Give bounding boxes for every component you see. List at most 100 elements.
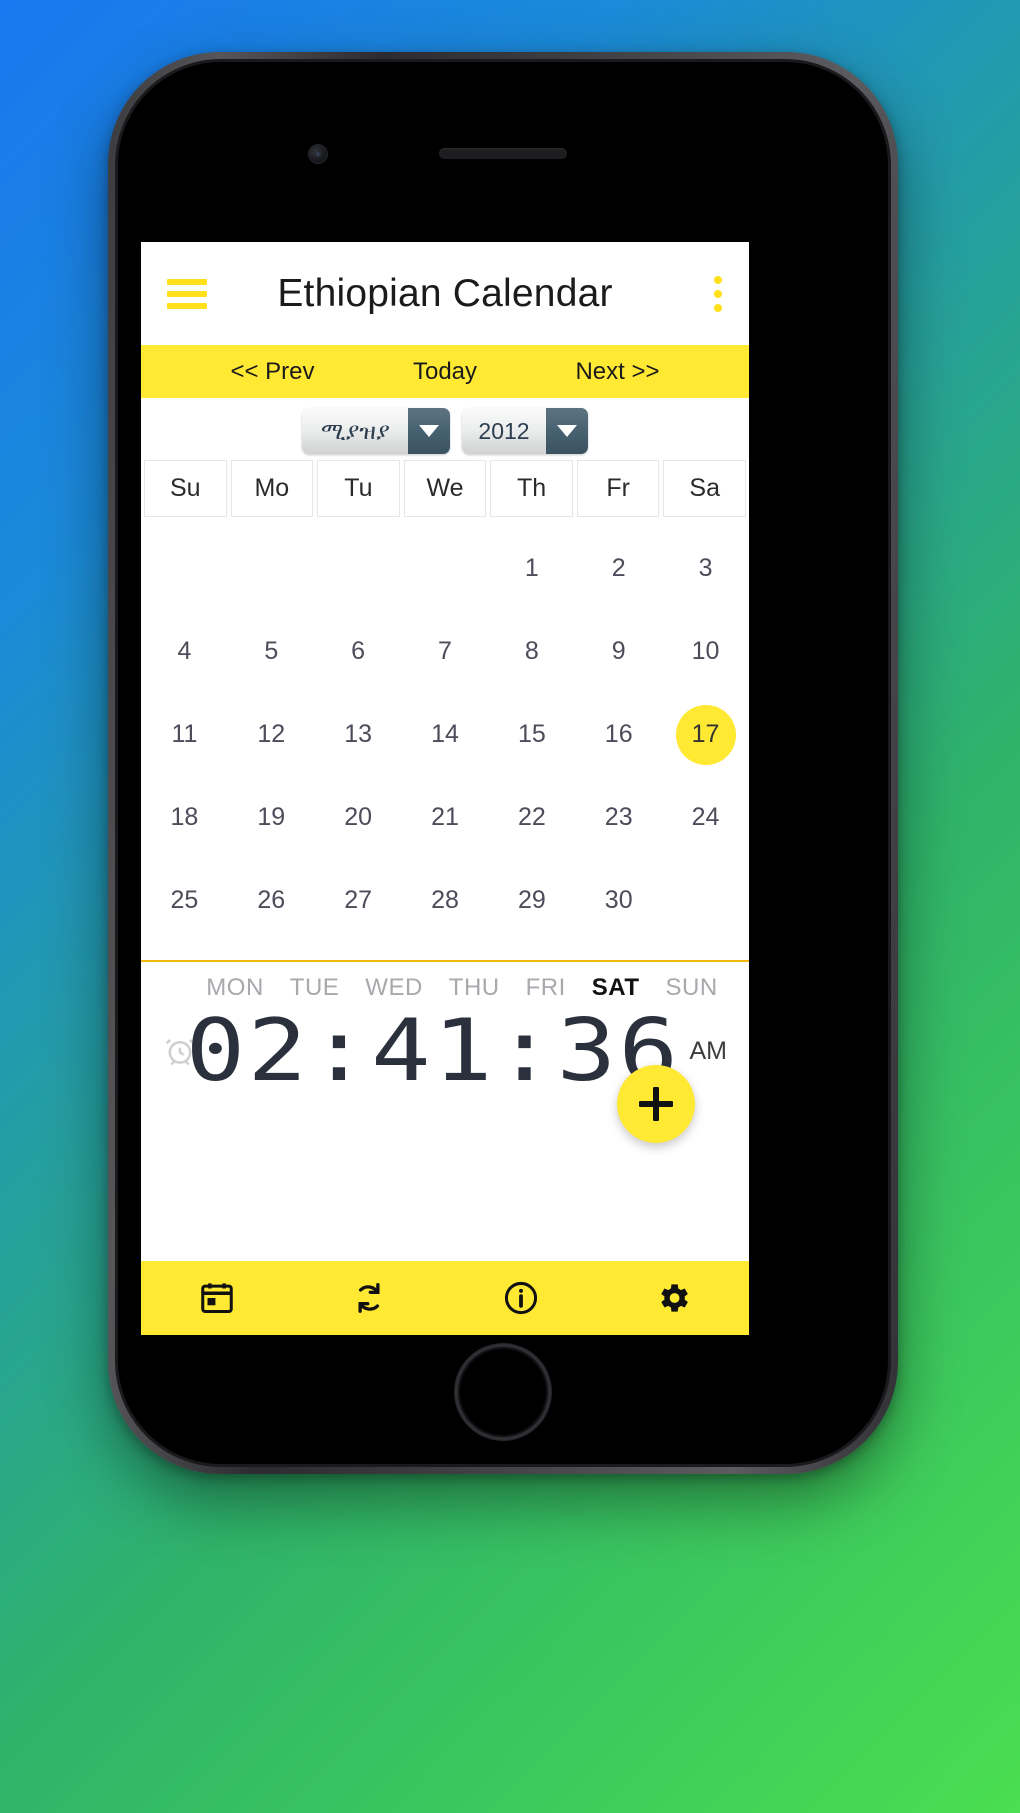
day-cell[interactable]: 28 bbox=[402, 859, 489, 942]
weekday-header-th: Th bbox=[490, 460, 573, 517]
day-cell[interactable]: 6 bbox=[315, 610, 402, 693]
weekday-header-we: We bbox=[403, 460, 487, 517]
app-bar: Ethiopian Calendar bbox=[141, 242, 749, 345]
day-number: 15 bbox=[517, 720, 546, 748]
day-cell-empty bbox=[228, 527, 315, 610]
hamburger-icon[interactable] bbox=[167, 278, 207, 309]
day-cell[interactable]: 22 bbox=[488, 776, 575, 859]
add-event-fab[interactable] bbox=[617, 1065, 695, 1143]
gear-icon bbox=[661, 1284, 688, 1312]
calendar-icon bbox=[201, 1283, 233, 1313]
day-number: 13 bbox=[344, 720, 373, 748]
day-number: 18 bbox=[170, 803, 199, 831]
weekday-header-fr: Fr bbox=[576, 460, 660, 517]
bottom-navigation-bar bbox=[141, 1261, 749, 1335]
info-icon bbox=[504, 1281, 538, 1315]
day-number: 26 bbox=[257, 886, 286, 914]
tab-convert[interactable] bbox=[293, 1279, 445, 1317]
day-number: 23 bbox=[604, 803, 633, 831]
day-cell[interactable]: 5 bbox=[228, 610, 315, 693]
day-cell[interactable]: 25 bbox=[141, 859, 228, 942]
day-number: 28 bbox=[431, 886, 459, 914]
today-button[interactable]: Today bbox=[370, 358, 520, 386]
prev-month-button[interactable]: << Prev bbox=[175, 358, 370, 386]
day-number: 27 bbox=[344, 886, 373, 914]
home-button[interactable] bbox=[455, 1344, 551, 1440]
plus-icon-bar bbox=[639, 1101, 673, 1107]
tab-settings[interactable] bbox=[597, 1279, 749, 1317]
day-cell[interactable]: 8 bbox=[488, 610, 575, 693]
day-cell[interactable]: 11 bbox=[141, 693, 228, 776]
weekday-header-row: Su Mo Tu We Th Fr Sa bbox=[141, 460, 749, 517]
day-number: 11 bbox=[171, 720, 198, 748]
day-number: 21 bbox=[431, 803, 459, 831]
day-cell[interactable]: 15 bbox=[488, 693, 575, 776]
day-cell[interactable]: 18 bbox=[141, 776, 228, 859]
weekday-header-su: Su bbox=[144, 460, 227, 517]
day-cell-empty bbox=[141, 527, 228, 610]
month-select-value: ሚያዝያ bbox=[302, 408, 409, 454]
weekday-header-sa: Sa bbox=[663, 460, 746, 517]
day-cell[interactable]: 7 bbox=[402, 610, 489, 693]
phone-screen: Ethiopian Calendar << Prev Today Next >>… bbox=[141, 242, 749, 1335]
day-number: 30 bbox=[604, 886, 633, 914]
year-select-value: 2012 bbox=[462, 408, 546, 454]
day-cell[interactable]: 23 bbox=[575, 776, 662, 859]
day-number: 20 bbox=[344, 803, 373, 831]
day-cell[interactable]: 26 bbox=[228, 859, 315, 942]
phone-bezel: Ethiopian Calendar << Prev Today Next >>… bbox=[115, 59, 891, 1467]
year-select[interactable]: 2012 bbox=[462, 408, 588, 454]
clock-weekday-strip: MON TUE WED THU FRI SAT SUN bbox=[141, 974, 749, 1002]
weekday-header-tu: Tu bbox=[317, 460, 400, 517]
calendar-nav-strip: << Prev Today Next >> bbox=[141, 345, 749, 398]
day-cell[interactable]: 14 bbox=[402, 693, 489, 776]
day-number: 14 bbox=[431, 720, 459, 748]
calendar-day-grid: 1 2 3 4 5 6 7 8 9 10 11 12 13 14 15 16 17 18 19 20 21 22 23 24 2… bbox=[141, 517, 749, 942]
phone-frame: Ethiopian Calendar << Prev Today Next >>… bbox=[108, 52, 898, 1474]
day-number: 6 bbox=[351, 637, 366, 665]
day-number: 1 bbox=[524, 554, 539, 582]
day-cell[interactable]: 21 bbox=[402, 776, 489, 859]
day-number: 10 bbox=[691, 637, 720, 665]
tab-info[interactable] bbox=[445, 1279, 597, 1317]
day-number: 8 bbox=[524, 637, 539, 665]
day-cell[interactable]: 3 bbox=[662, 527, 749, 610]
day-cell[interactable]: 1 bbox=[488, 527, 575, 610]
day-cell[interactable]: 2 bbox=[575, 527, 662, 610]
weekday-header-mo: Mo bbox=[230, 460, 314, 517]
day-number: 24 bbox=[691, 803, 720, 831]
month-select[interactable]: ሚያዝያ bbox=[302, 408, 451, 454]
day-cell[interactable]: 9 bbox=[575, 610, 662, 693]
day-cell-today[interactable]: 17 bbox=[662, 693, 749, 776]
day-cell[interactable]: 10 bbox=[662, 610, 749, 693]
day-cell-empty bbox=[315, 527, 402, 610]
clock-panel: MON TUE WED THU FRI SAT SUN 02:41:36 AM bbox=[141, 962, 749, 1261]
day-cell[interactable]: 20 bbox=[315, 776, 402, 859]
day-number: 4 bbox=[177, 637, 192, 665]
chevron-down-icon[interactable] bbox=[408, 408, 451, 454]
month-year-selector-row: ሚያዝያ 2012 bbox=[141, 398, 749, 460]
clock-weekday-mon: MON bbox=[206, 974, 264, 1001]
clock-weekday-fri: FRI bbox=[525, 974, 566, 1001]
next-month-button[interactable]: Next >> bbox=[520, 358, 715, 386]
day-cell[interactable]: 4 bbox=[141, 610, 228, 693]
day-number: 5 bbox=[264, 637, 279, 665]
day-number: 9 bbox=[611, 637, 626, 665]
day-number: 17 bbox=[675, 704, 736, 765]
day-cell[interactable]: 13 bbox=[315, 693, 402, 776]
day-cell[interactable]: 16 bbox=[575, 693, 662, 776]
day-number: 25 bbox=[170, 886, 199, 914]
day-cell[interactable]: 12 bbox=[228, 693, 315, 776]
clock-weekday-sat: SAT bbox=[591, 974, 640, 1001]
day-cell[interactable]: 27 bbox=[315, 859, 402, 942]
page-title: Ethiopian Calendar bbox=[277, 271, 613, 315]
day-cell[interactable]: 24 bbox=[662, 776, 749, 859]
clock-weekday-sun: SUN bbox=[665, 974, 718, 1001]
vertical-dots-icon[interactable] bbox=[713, 275, 723, 312]
day-cell[interactable]: 30 bbox=[575, 859, 662, 942]
front-camera bbox=[308, 144, 328, 164]
tab-calendar[interactable] bbox=[141, 1279, 293, 1317]
day-cell[interactable]: 29 bbox=[488, 859, 575, 942]
day-cell[interactable]: 19 bbox=[228, 776, 315, 859]
chevron-down-icon[interactable] bbox=[545, 408, 588, 454]
